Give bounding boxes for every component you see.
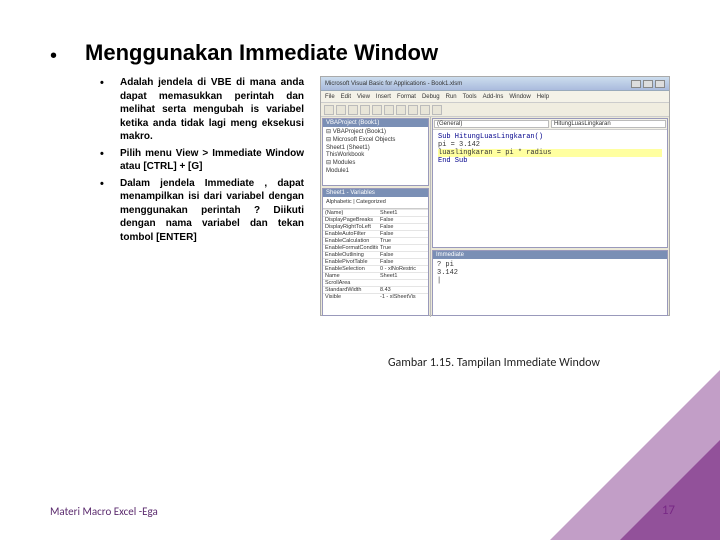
immediate-window[interactable]: ? pi 3.142 | (433, 259, 667, 315)
property-row[interactable]: DisplayPageBreaksFalse (323, 216, 428, 223)
toolbar-button[interactable] (384, 105, 394, 115)
toolbar-button[interactable] (360, 105, 370, 115)
title-row: • Menggunakan Immediate Window (50, 40, 670, 66)
property-row[interactable]: StandardWidth8.43 (323, 286, 428, 293)
project-tree[interactable]: ⊟ VBAProject (Book1) ⊟ Microsoft Excel O… (323, 127, 428, 178)
toolbar-button[interactable] (348, 105, 358, 115)
immediate-pane: Immediate ? pi 3.142 | (432, 250, 668, 316)
toolbar-button[interactable] (324, 105, 334, 115)
immediate-line: 3.142 (437, 269, 663, 277)
screenshot-column: Microsoft Visual Basic for Applications … (320, 76, 670, 316)
footer-text: Materi Macro Excel -Ega (50, 505, 158, 518)
property-row[interactable]: EnablePivotTableFalse (323, 258, 428, 265)
project-explorer-pane: VBAProject (Book1) ⊟ VBAProject (Book1) … (322, 118, 429, 186)
properties-grid[interactable]: (Name)Sheet1 DisplayPageBreaksFalse Disp… (323, 209, 428, 300)
slide: • Menggunakan Immediate Window Adalah je… (0, 0, 720, 540)
menu-item[interactable]: Edit (341, 94, 351, 100)
tree-item[interactable]: Module1 (326, 168, 425, 176)
object-dropdown[interactable]: (General) (434, 120, 549, 128)
properties-pane-title: Sheet1 - Variables (323, 189, 428, 197)
code-line: Sub HitungLuasLingkaran() (438, 133, 662, 141)
figure-caption: Gambar 1.15. Tampilan Immediate Window (50, 356, 670, 370)
list-item: Adalah jendela di VBE di mana anda dapat… (100, 76, 304, 144)
code-pane: (General) HitungLuasLingkaran Sub Hitung… (432, 118, 668, 248)
property-row[interactable]: EnableCalculationTrue (323, 237, 428, 244)
code-line: pi = 3.142 (438, 141, 662, 149)
title-bullet-icon: • (50, 40, 57, 66)
property-row[interactable]: NameSheet1 (323, 272, 428, 279)
page-title: Menggunakan Immediate Window (85, 40, 438, 66)
toolbar-button[interactable] (372, 105, 382, 115)
text-column: Adalah jendela di VBE di mana anda dapat… (100, 76, 304, 247)
vbe-window-title: Microsoft Visual Basic for Applications … (325, 81, 462, 87)
property-row[interactable]: Visible-1 - xlSheetVis (323, 293, 428, 300)
project-pane-title: VBAProject (Book1) (323, 119, 428, 127)
toolbar-button[interactable] (432, 105, 442, 115)
toolbar-button[interactable] (336, 105, 346, 115)
toolbar-button[interactable] (396, 105, 406, 115)
vbe-window: Microsoft Visual Basic for Applications … (320, 76, 670, 316)
tree-item[interactable]: ⊟ Microsoft Excel Objects (326, 137, 425, 145)
property-row[interactable]: EnableFormatConditionsTrue (323, 244, 428, 251)
menu-item[interactable]: Help (537, 94, 549, 100)
menu-item[interactable]: View (357, 94, 370, 100)
procedure-dropdown[interactable]: HitungLuasLingkaran (551, 120, 666, 128)
maximize-icon[interactable] (643, 80, 653, 88)
menu-item[interactable]: Format (397, 94, 416, 100)
menu-item[interactable]: Add-Ins (483, 94, 504, 100)
immediate-cursor: | (437, 277, 663, 285)
vbe-menubar: File Edit View Insert Format Debug Run T… (321, 91, 669, 103)
tree-item[interactable]: ThisWorkbook (326, 152, 425, 160)
menu-item[interactable]: Run (446, 94, 457, 100)
tree-item[interactable]: ⊟ VBAProject (Book1) (326, 129, 425, 137)
property-row[interactable]: EnableAutoFilterFalse (323, 230, 428, 237)
code-dropdowns: (General) HitungLuasLingkaran (433, 119, 667, 130)
vbe-body: VBAProject (Book1) ⊟ VBAProject (Book1) … (321, 117, 669, 317)
toolbar-button[interactable] (420, 105, 430, 115)
immediate-line: ? pi (437, 261, 663, 269)
property-row[interactable]: EnableOutliningFalse (323, 251, 428, 258)
properties-tabs[interactable]: Alphabetic | Categorized (323, 197, 428, 209)
minimize-icon[interactable] (631, 80, 641, 88)
content-row: Adalah jendela di VBE di mana anda dapat… (50, 76, 670, 316)
vbe-left-panes: VBAProject (Book1) ⊟ VBAProject (Book1) … (321, 117, 431, 317)
property-row[interactable]: EnableSelection0 - xlNoRestric (323, 265, 428, 272)
menu-item[interactable]: Window (509, 94, 530, 100)
menu-item[interactable]: Tools (463, 94, 477, 100)
vbe-right-panes: (General) HitungLuasLingkaran Sub Hitung… (431, 117, 669, 317)
tree-item[interactable]: Sheet1 (Sheet1) (326, 145, 425, 153)
close-icon[interactable] (655, 80, 665, 88)
toolbar-button[interactable] (408, 105, 418, 115)
decorative-corner-icon (620, 440, 720, 540)
menu-item[interactable]: Insert (376, 94, 391, 100)
code-editor[interactable]: Sub HitungLuasLingkaran() pi = 3.142 lua… (433, 130, 667, 247)
code-line-highlighted: luaslingkaran = pi * radius (438, 149, 662, 157)
list-item: Pilih menu View > Immediate Window atau … (100, 147, 304, 174)
property-row[interactable]: DisplayRightToLeftFalse (323, 223, 428, 230)
properties-pane: Sheet1 - Variables Alphabetic | Categori… (322, 188, 429, 316)
immediate-pane-title: Immediate (433, 251, 667, 259)
tree-item[interactable]: ⊟ Modules (326, 160, 425, 168)
code-line: End Sub (438, 157, 662, 165)
menu-item[interactable]: File (325, 94, 335, 100)
property-row[interactable]: (Name)Sheet1 (323, 209, 428, 216)
menu-item[interactable]: Debug (422, 94, 440, 100)
list-item: Dalam jendela Immediate , dapat menampil… (100, 177, 304, 245)
vbe-toolbar (321, 103, 669, 117)
property-row[interactable]: ScrollArea (323, 279, 428, 286)
vbe-titlebar: Microsoft Visual Basic for Applications … (321, 77, 669, 91)
